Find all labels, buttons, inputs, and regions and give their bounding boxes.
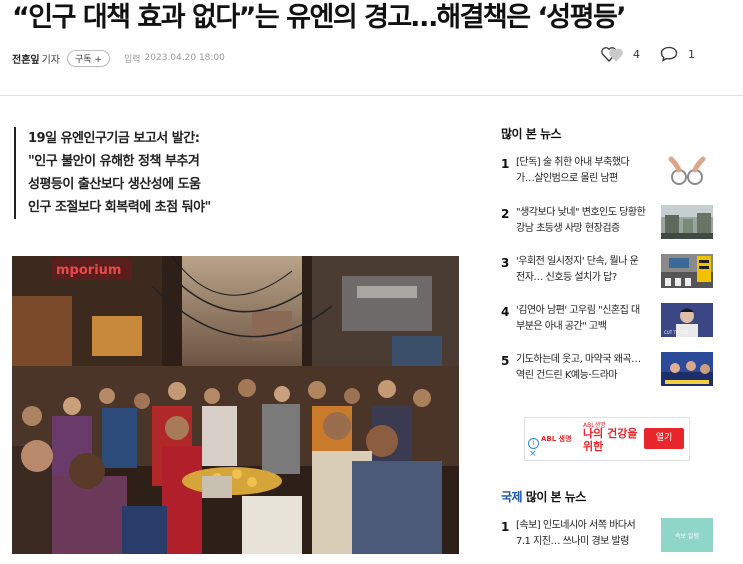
byline: 전혼잎 기자 구독 + 입력 2023.04.20 18:00	[12, 49, 225, 67]
author-role: 기자	[41, 54, 61, 66]
rank-number: 5	[501, 354, 510, 368]
most-viewed-title: 많이 본 뉴스	[501, 127, 562, 141]
comment-count: 1	[688, 47, 695, 61]
comment-icon[interactable]	[660, 46, 678, 62]
rank-number: 1	[501, 157, 510, 171]
thumbnail-street[interactable]	[661, 205, 713, 239]
thumbnail-caption: 속보 알림	[675, 532, 699, 540]
rank-title[interactable]: '우회전 일시정지' 단속, 뭘나 운전자… 신호등 설치가 답?	[516, 254, 646, 286]
rank-title[interactable]: '김연아 남편' 고우림 "신혼집 대부분은 아내 공간" 고백	[516, 303, 646, 335]
reactions-bar: 4 1	[601, 46, 695, 62]
heart-icon[interactable]	[601, 46, 623, 62]
list-item[interactable]: 4 '김연아 남편' 고우림 "신혼집 대부분은 아내 공간" 고백 CUT T…	[501, 303, 713, 339]
rank-number: 4	[501, 305, 510, 319]
rank-number: 2	[501, 207, 510, 221]
summary-line: "인구 불안이 유해한 정책 부추겨	[28, 154, 200, 169]
article-summary: 19일 유엔인구기금 보고서 발간: "인구 불안이 유해한 정책 부추겨 성평…	[14, 127, 211, 219]
section-most-viewed-title: 국제 많이 본 뉴스	[501, 488, 586, 505]
ad-logo: ABL 생명	[541, 435, 572, 443]
header-divider	[0, 95, 743, 96]
like-count: 4	[633, 47, 640, 61]
summary-line: 19일 유엔인구기금 보고서 발간:	[28, 131, 200, 146]
rank-title[interactable]: "생각보다 낮네" 변호인도 당황한 강남 초등생 사망 현장검증	[516, 205, 646, 237]
ad-open-button[interactable]: 열기	[644, 428, 684, 449]
list-item[interactable]: 5 기도하는데 웃고, 마약국 왜곡… 역린 건드린 K예능·드라마	[501, 352, 713, 388]
subscribe-button[interactable]: 구독 +	[67, 49, 110, 67]
ad-headline: 나의 건강을 위한	[583, 427, 638, 453]
thumbnail-stage[interactable]	[661, 352, 713, 386]
thumbnail-handcuffs[interactable]	[661, 155, 713, 189]
list-item[interactable]: 2 "생각보다 낮네" 변호인도 당황한 강남 초등생 사망 현장검증	[501, 205, 713, 241]
thumbnail-portrait[interactable]: CUT TO CUT	[661, 303, 713, 337]
rank-title[interactable]: [속보] 인도네시아 서쪽 바다서 7.1 지진… 쓰나미 경보 발령	[516, 518, 646, 550]
article-headline: “인구 대책 효과 없다”는 유엔의 경고…해결책은 ‘성평등’	[12, 2, 627, 33]
thumbnail-caption: CUT TO CUT	[664, 330, 689, 335]
rank-number: 3	[501, 256, 510, 270]
shop-sign-text: mporium	[56, 263, 121, 278]
section-label[interactable]: 국제	[501, 490, 523, 504]
thumbnail-crosswalk[interactable]	[661, 254, 713, 288]
article-photo: mporium	[12, 256, 459, 554]
list-item[interactable]: 1 [속보] 인도네시아 서쪽 바다서 7.1 지진… 쓰나미 경보 발령 속보…	[501, 518, 713, 554]
rank-title[interactable]: [단독] 술 취한 아내 부축했다 가…살인범으로 몰린 남편	[516, 155, 646, 187]
rank-title[interactable]: 기도하는데 웃고, 마약국 왜곡… 역린 건드린 K예능·드라마	[516, 352, 646, 384]
summary-line: 성평등이 출산보다 생산성에 도움	[28, 177, 201, 192]
summary-line: 인구 조절보다 회복력에 초점 둬야"	[28, 200, 211, 215]
timestamp-label: 입력	[123, 54, 141, 65]
thumbnail-breaking-news[interactable]: 속보 알림	[661, 518, 713, 552]
rank-number: 1	[501, 520, 510, 534]
author-name[interactable]: 전혼잎	[12, 51, 40, 66]
list-item[interactable]: 3 '우회전 일시정지' 단속, 뭘나 운전자… 신호등 설치가 답?	[501, 254, 713, 290]
timestamp: 2023.04.20 18:00	[144, 53, 225, 63]
list-item[interactable]: 1 [단독] 술 취한 아내 부축했다 가…살인범으로 몰린 남편	[501, 155, 713, 191]
section-title: 많이 본 뉴스	[525, 490, 587, 504]
ad-info-icon[interactable]: i	[528, 438, 539, 449]
advertisement-banner[interactable]: i × ABL 생명 ABL생명 나의 건강을 위한 열기	[524, 417, 690, 461]
ad-close-icon[interactable]: ×	[529, 449, 537, 459]
